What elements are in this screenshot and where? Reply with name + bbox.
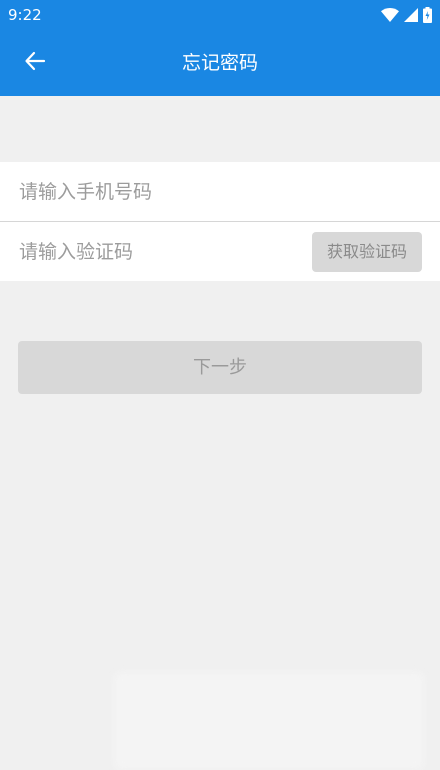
battery-charging-icon [423,7,432,23]
signal-icon [404,8,418,22]
app-bar: 忘记密码 [0,30,440,96]
get-code-button[interactable]: 获取验证码 [312,232,422,272]
arrow-left-icon [24,50,46,76]
status-time: 9:22 [8,6,42,24]
page-title: 忘记密码 [181,52,258,74]
wifi-icon [381,8,399,22]
phone-row [0,162,440,222]
forgot-password-screen: 9:22 忘记密码 请输入手机号码 请输入验证码 获取验证码 下一步 [0,0,440,770]
top-bar: 9:22 忘记密码 [0,0,440,96]
phone-input[interactable] [19,162,419,221]
status-bar: 9:22 [0,0,440,30]
status-icons [381,5,432,25]
code-row: 获取验证码 [0,222,440,281]
back-button[interactable] [14,42,56,84]
next-button[interactable]: 下一步 [18,341,422,394]
form-card: 获取验证码 [0,162,440,281]
blurred-overlay [114,672,424,770]
verification-code-input[interactable] [19,222,299,281]
